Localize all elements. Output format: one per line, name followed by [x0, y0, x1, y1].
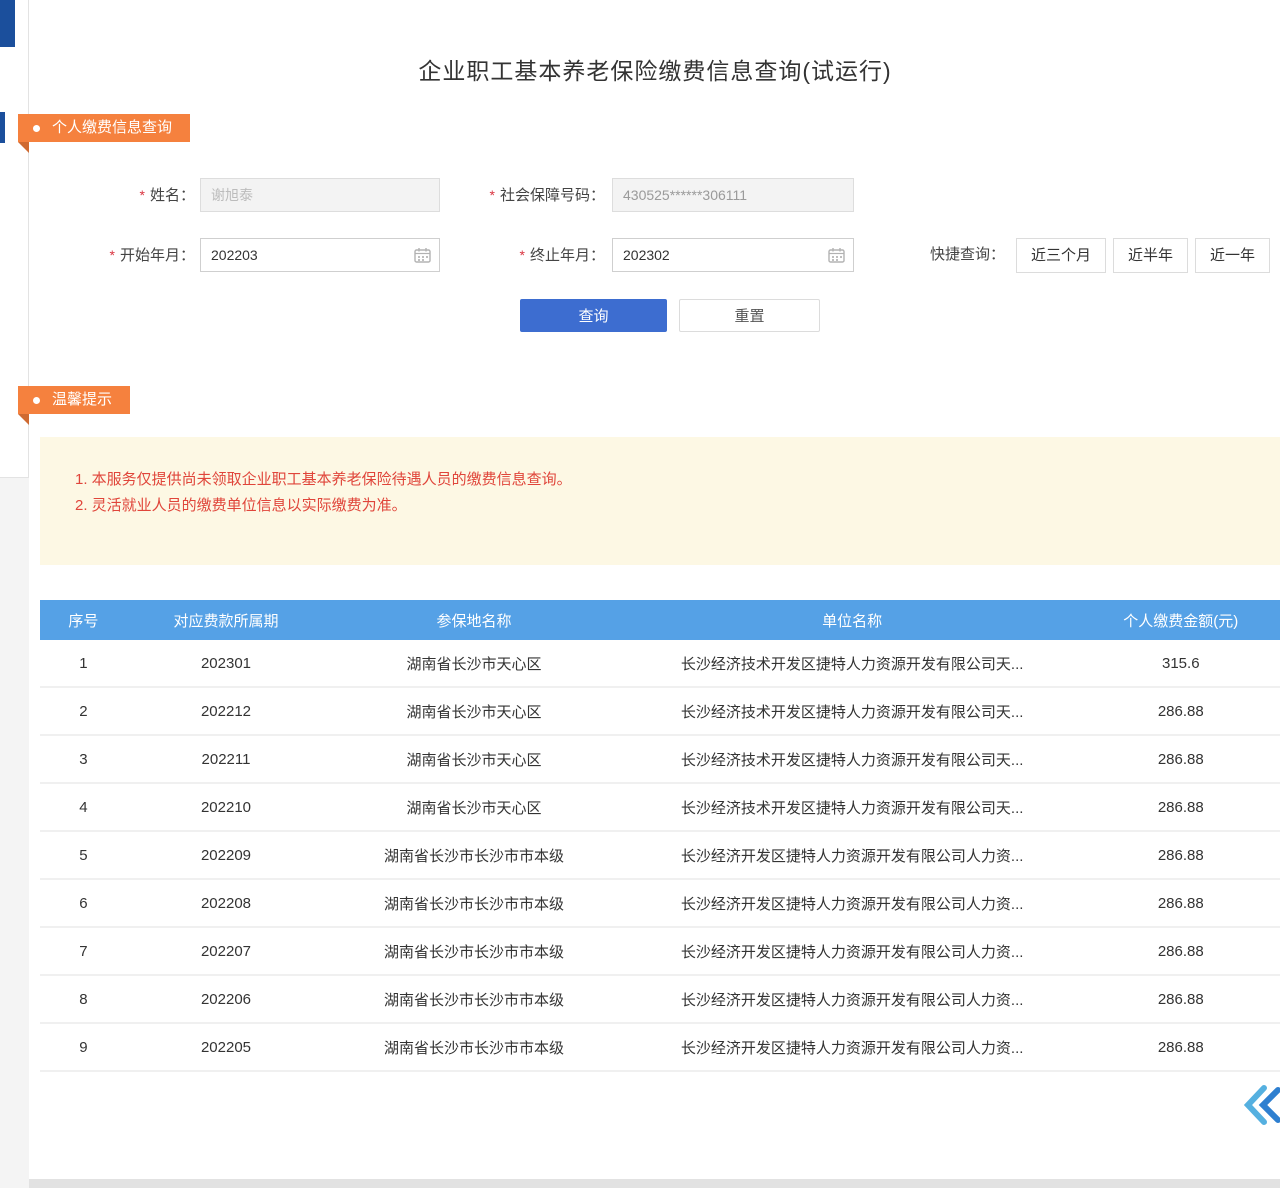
table-cell: 长沙经济技术开发区捷特人力资源开发有限公司天... [623, 797, 1082, 818]
table-cell: 202212 [127, 703, 325, 720]
table-cell: 202205 [127, 1039, 325, 1056]
table-cell: 8 [40, 991, 127, 1008]
page-title: 企业职工基本养老保险缴费信息查询(试运行) [30, 52, 1280, 86]
table-cell: 长沙经济开发区捷特人力资源开发有限公司人力资... [623, 1037, 1082, 1058]
reset-button[interactable]: 重置 [679, 299, 820, 332]
table-cell: 湖南省长沙市天心区 [325, 797, 623, 818]
double-chevron-left-icon[interactable] [1240, 1082, 1280, 1128]
table-cell: 4 [40, 799, 127, 816]
table-cell: 202207 [127, 943, 325, 960]
table-cell: 湖南省长沙市天心区 [325, 749, 623, 770]
table-cell: 长沙经济技术开发区捷特人力资源开发有限公司天... [623, 653, 1082, 674]
table-cell: 6 [40, 895, 127, 912]
table-cell: 286.88 [1082, 799, 1280, 816]
table-cell: 3 [40, 751, 127, 768]
bottom-scroll-strip[interactable] [29, 1179, 1280, 1188]
table-row: 3202211湖南省长沙市天心区长沙经济技术开发区捷特人力资源开发有限公司天..… [40, 736, 1280, 784]
table-cell: 5 [40, 847, 127, 864]
notice-box: 1. 本服务仅提供尚未领取企业职工基本养老保险待遇人员的缴费信息查询。 2. 灵… [40, 437, 1280, 565]
table-row: 1202301湖南省长沙市天心区长沙经济技术开发区捷特人力资源开发有限公司天..… [40, 640, 1280, 688]
table-cell: 9 [40, 1039, 127, 1056]
table-cell: 长沙经济技术开发区捷特人力资源开发有限公司天... [623, 701, 1082, 722]
table-cell: 286.88 [1082, 991, 1280, 1008]
table-row: 6202208湖南省长沙市长沙市市本级长沙经济开发区捷特人力资源开发有限公司人力… [40, 880, 1280, 928]
column-header: 参保地名称 [325, 610, 623, 631]
quick-option-0[interactable]: 近三个月 [1016, 238, 1106, 273]
end-month-label: *终止年月： [495, 238, 605, 272]
table-row: 5202209湖南省长沙市长沙市市本级长沙经济开发区捷特人力资源开发有限公司人力… [40, 832, 1280, 880]
table-cell: 长沙经济开发区捷特人力资源开发有限公司人力资... [623, 989, 1082, 1010]
table-cell: 湖南省长沙市长沙市市本级 [325, 941, 623, 962]
table-cell: 286.88 [1082, 943, 1280, 960]
section-header-personal-payment-query: 个人缴费信息查询 [18, 114, 190, 142]
column-header: 序号 [40, 610, 127, 631]
required-asterisk: * [490, 187, 495, 203]
required-asterisk: * [110, 247, 115, 263]
notice-line-2: 2. 灵活就业人员的缴费单位信息以实际缴费为准。 [75, 493, 1260, 519]
ssn-label: *社会保障号码： [455, 178, 605, 212]
end-month-value: 202302 [623, 247, 828, 263]
quick-option-2[interactable]: 近一年 [1195, 238, 1270, 273]
column-header: 个人缴费金额(元) [1082, 610, 1280, 631]
table-cell: 湖南省长沙市天心区 [325, 653, 623, 674]
table-cell: 286.88 [1082, 847, 1280, 864]
table-cell: 长沙经济开发区捷特人力资源开发有限公司人力资... [623, 845, 1082, 866]
name-input[interactable]: 谢旭泰 [200, 178, 440, 212]
quick-query-group: 近三个月近半年近一年 [1016, 238, 1270, 273]
table-cell: 2 [40, 703, 127, 720]
table-cell: 7 [40, 943, 127, 960]
table-cell: 1 [40, 655, 127, 672]
table-cell: 湖南省长沙市长沙市市本级 [325, 989, 623, 1010]
table-row: 9202205湖南省长沙市长沙市市本级长沙经济开发区捷特人力资源开发有限公司人力… [40, 1024, 1280, 1072]
table-cell: 202208 [127, 895, 325, 912]
table-cell: 202211 [127, 751, 325, 768]
table-cell: 湖南省长沙市天心区 [325, 701, 623, 722]
table-row: 8202206湖南省长沙市长沙市市本级长沙经济开发区捷特人力资源开发有限公司人力… [40, 976, 1280, 1024]
required-asterisk: * [140, 187, 145, 203]
query-button[interactable]: 查询 [520, 299, 667, 332]
table-cell: 202210 [127, 799, 325, 816]
table-cell: 315.6 [1082, 655, 1280, 672]
end-month-input[interactable]: 202302 [612, 238, 854, 272]
table-cell: 长沙经济技术开发区捷特人力资源开发有限公司天... [623, 749, 1082, 770]
table-cell: 286.88 [1082, 703, 1280, 720]
table-cell: 202301 [127, 655, 325, 672]
ssn-input[interactable]: 430525******306111 [612, 178, 854, 212]
calendar-icon[interactable] [414, 247, 431, 263]
table-body: 1202301湖南省长沙市天心区长沙经济技术开发区捷特人力资源开发有限公司天..… [40, 640, 1280, 1072]
table-cell: 湖南省长沙市长沙市市本级 [325, 893, 623, 914]
section-header-tips: 温馨提示 [18, 386, 130, 414]
start-month-value: 202203 [211, 247, 414, 263]
left-margin [0, 478, 29, 1188]
table-cell: 286.88 [1082, 1039, 1280, 1056]
table-cell: 202206 [127, 991, 325, 1008]
notice-line-1: 1. 本服务仅提供尚未领取企业职工基本养老保险待遇人员的缴费信息查询。 [75, 467, 1260, 493]
payment-table: 序号对应费款所属期参保地名称单位名称个人缴费金额(元) 1202301湖南省长沙… [40, 600, 1280, 1072]
column-header: 对应费款所属期 [127, 610, 325, 631]
quick-option-1[interactable]: 近半年 [1113, 238, 1188, 273]
nav-active-indicator [0, 112, 5, 143]
table-cell: 湖南省长沙市长沙市市本级 [325, 1037, 623, 1058]
name-label: *姓名： [85, 178, 195, 212]
table-cell: 286.88 [1082, 895, 1280, 912]
table-cell: 湖南省长沙市长沙市市本级 [325, 845, 623, 866]
calendar-icon[interactable] [828, 247, 845, 263]
quick-query-label: 快捷查询： [930, 238, 1005, 272]
start-month-input[interactable]: 202203 [200, 238, 440, 272]
table-row: 4202210湖南省长沙市天心区长沙经济技术开发区捷特人力资源开发有限公司天..… [40, 784, 1280, 832]
table-cell: 202209 [127, 847, 325, 864]
start-month-label: *开始年月： [85, 238, 195, 272]
section-header-label: 个人缴费信息查询 [52, 119, 172, 136]
table-cell: 286.88 [1082, 751, 1280, 768]
column-header: 单位名称 [623, 610, 1082, 631]
table-cell: 长沙经济开发区捷特人力资源开发有限公司人力资... [623, 941, 1082, 962]
section-header-label: 温馨提示 [52, 391, 112, 408]
table-cell: 长沙经济开发区捷特人力资源开发有限公司人力资... [623, 893, 1082, 914]
required-asterisk: * [520, 247, 525, 263]
table-row: 2202212湖南省长沙市天心区长沙经济技术开发区捷特人力资源开发有限公司天..… [40, 688, 1280, 736]
nav-tab-indicator[interactable] [0, 0, 15, 47]
table-header-row: 序号对应费款所属期参保地名称单位名称个人缴费金额(元) [40, 600, 1280, 640]
table-row: 7202207湖南省长沙市长沙市市本级长沙经济开发区捷特人力资源开发有限公司人力… [40, 928, 1280, 976]
